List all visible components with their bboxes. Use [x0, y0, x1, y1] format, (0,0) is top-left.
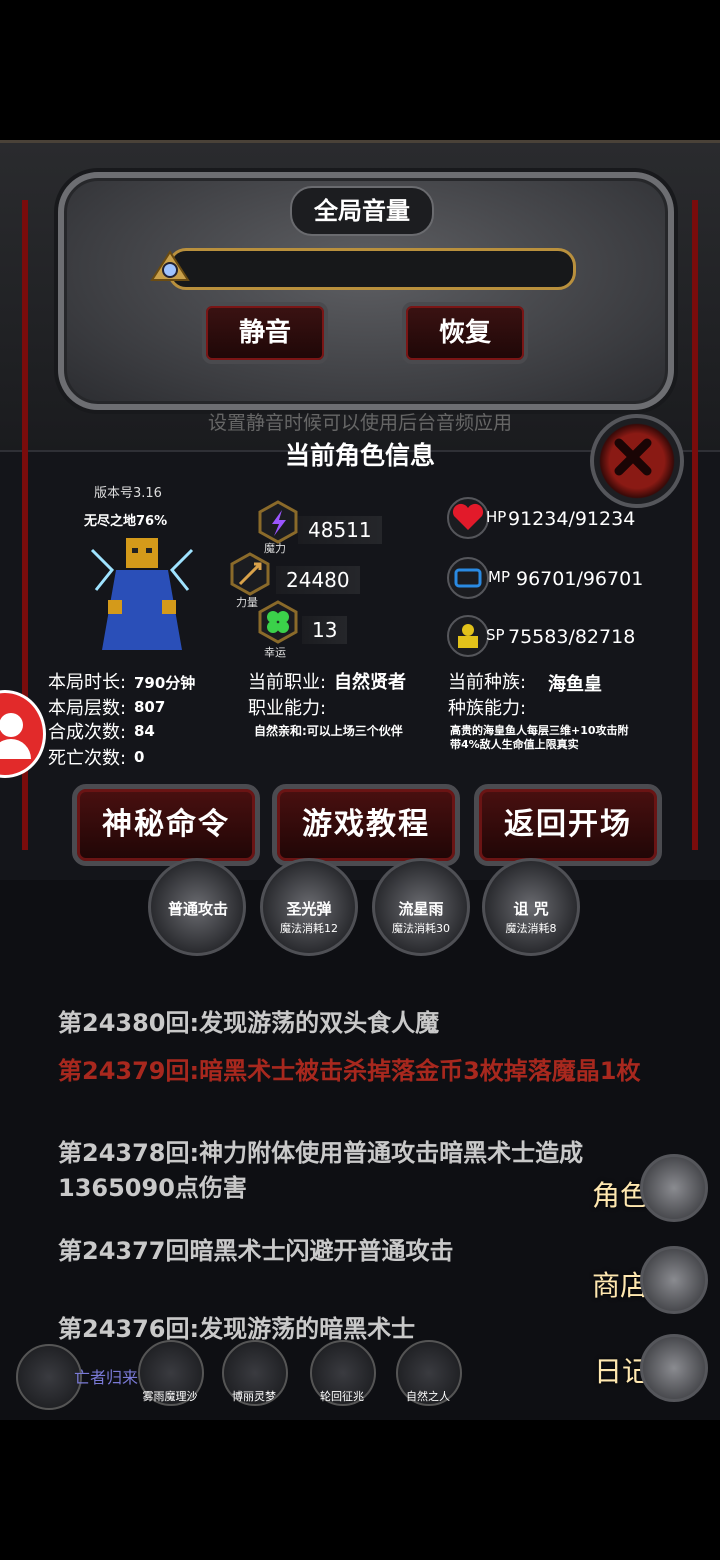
skill-cost: 魔法消耗12 — [280, 922, 338, 935]
sp-icon — [446, 614, 490, 658]
character-avatar — [86, 530, 198, 656]
stat-value: 807 — [134, 698, 166, 716]
helmet-icon[interactable] — [640, 1154, 708, 1222]
stat-label: 死亡次数: — [48, 748, 127, 769]
log-line: 第24379回:暗黑术士被击杀掉落金币3枚掉落魔晶1枚 — [58, 1057, 641, 1085]
right-red-rail — [692, 200, 698, 850]
job-ability: 自然亲和:可以上场三个伙伴 — [254, 724, 403, 738]
profile-tab[interactable] — [0, 690, 46, 778]
skill-cost: 魔法消耗30 — [392, 922, 450, 935]
close-icon — [614, 438, 652, 476]
beer-mug-icon[interactable] — [640, 1246, 708, 1314]
volume-slider-knob[interactable] — [150, 250, 190, 286]
leader-label: 亡者归来 — [74, 1368, 139, 1387]
stat-value: 790分钟 — [134, 674, 196, 692]
version-label: 版本号3.16 — [94, 486, 162, 501]
volume-slider[interactable] — [168, 248, 576, 290]
leader-avatar[interactable] — [16, 1344, 82, 1410]
job-ability-label: 职业能力: — [248, 698, 327, 719]
log-line: 第24376回:发现游荡的暗黑术士 — [58, 1315, 416, 1343]
magic-value: 48511 — [298, 516, 382, 544]
user-icon — [0, 713, 31, 759]
skill-name: 诅 咒 — [513, 900, 549, 918]
job-value: 自然贤者 — [334, 672, 406, 693]
clover-icon — [256, 600, 300, 644]
strength-label: 力量 — [236, 596, 258, 609]
magic-icon — [256, 500, 300, 544]
close-button[interactable] — [590, 414, 684, 508]
luck-value: 13 — [302, 616, 348, 644]
stat-label: 合成次数: — [48, 722, 127, 743]
restore-button[interactable]: 恢复 — [402, 302, 528, 364]
skill-name: 圣光弹 — [286, 900, 332, 918]
race-ability-label: 种族能力: — [448, 698, 527, 719]
party-member-name: 博丽灵梦 — [232, 1390, 276, 1403]
strength-value: 24480 — [276, 566, 360, 594]
volume-title: 全局音量 — [290, 186, 434, 236]
race-label: 当前种族: — [448, 672, 527, 693]
strength-icon — [228, 552, 272, 596]
tutorial-button[interactable]: 游戏教程 — [272, 784, 460, 866]
hp-value: 91234/91234 — [508, 508, 636, 530]
race-ability: 高贵的海皇鱼人每层三维+10攻击附带4%敌人生命值上限真实 — [450, 724, 629, 751]
stat-label: 本局层数: — [48, 698, 127, 719]
job-label: 当前职业: — [248, 672, 327, 693]
stat-label: 本局时长: — [48, 672, 127, 693]
mp-icon — [446, 556, 490, 600]
skill-name: 普通攻击 — [167, 900, 228, 918]
skill-name: 流星雨 — [398, 900, 444, 918]
mp-label: MP — [488, 568, 510, 586]
party-member-name: 轮回征兆 — [320, 1390, 364, 1403]
book-icon[interactable] — [640, 1334, 708, 1402]
stat-value: 84 — [134, 722, 155, 740]
race-value: 海鱼皇 — [548, 674, 602, 695]
skill-cost: 魔法消耗8 — [505, 922, 557, 935]
endless-progress: 无尽之地76% — [84, 514, 168, 529]
secret-command-button[interactable]: 神秘命令 — [72, 784, 260, 866]
stat-value: 0 — [134, 748, 145, 766]
sp-value: 75583/82718 — [508, 626, 636, 648]
hp-label: HP — [486, 508, 507, 526]
party-member-name: 自然之人 — [406, 1390, 450, 1403]
heart-icon — [446, 496, 490, 540]
mute-button[interactable]: 静音 — [202, 302, 328, 364]
luck-label: 幸运 — [264, 646, 286, 659]
mp-value: 96701/96701 — [516, 568, 644, 590]
sp-label: SP — [486, 626, 505, 644]
back-to-start-button[interactable]: 返回开场 — [474, 784, 662, 866]
log-line: 第24380回:发现游荡的双头食人魔 — [58, 1009, 440, 1037]
